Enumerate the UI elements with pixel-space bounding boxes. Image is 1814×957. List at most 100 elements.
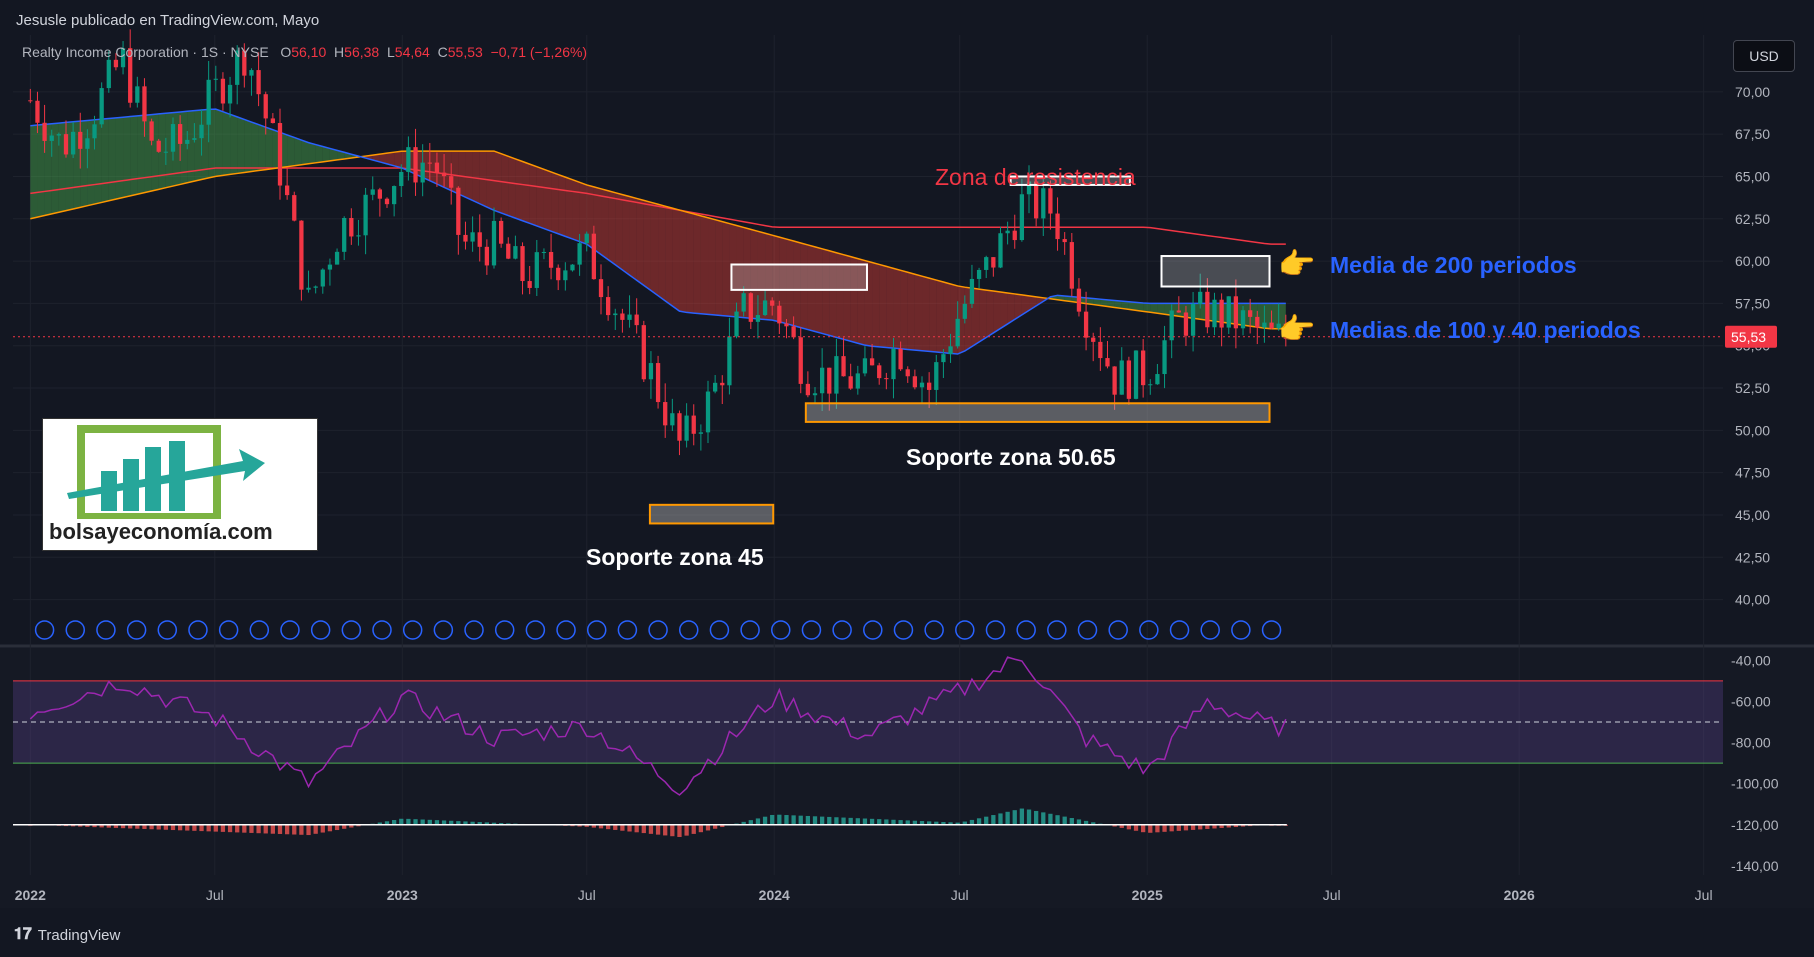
macd-hist-bar (777, 814, 782, 825)
ma200-label: Media de 200 periodos (1330, 252, 1577, 278)
y-tick-label: 67,50 (1735, 126, 1770, 142)
candle-body (270, 118, 276, 124)
candle-body (698, 432, 704, 434)
ma-ribbon-segment (108, 117, 116, 201)
candle-body (677, 413, 682, 441)
ma-ribbon-segment (287, 134, 295, 167)
candle-body (620, 313, 625, 320)
macd-hist-bar (698, 824, 704, 833)
macd-hist-bar (263, 824, 268, 834)
candle-body (1148, 384, 1153, 386)
chart-stage: 2022 Jul 2023 Jul 2024 Jul 2025 Jul 2026 Jul 40,00… (0, 0, 1814, 957)
candle-body (777, 305, 782, 324)
candle-body (627, 314, 632, 320)
candle-body (720, 382, 725, 386)
macd-hist-bar (192, 824, 197, 831)
candle-body (292, 195, 297, 221)
ma-ribbon-segment (301, 140, 309, 165)
macd-hist-bar (627, 824, 632, 832)
candle-body (498, 220, 504, 244)
macd-hist-bar (270, 824, 276, 834)
candle-body (812, 393, 818, 396)
macd-hist-bar (613, 824, 618, 830)
candle-body (1048, 188, 1053, 214)
macd-hist-bar (306, 824, 311, 836)
candle-body (1083, 311, 1089, 338)
candle-body (256, 70, 261, 95)
ma-ribbon-segment (700, 215, 709, 315)
macd-hist-bar (648, 824, 654, 834)
macd-hist-bar (834, 817, 839, 825)
macd-hist-bar (848, 817, 853, 825)
candle-body (1240, 310, 1246, 329)
high-label: H (334, 44, 345, 60)
bottom-bar (0, 910, 1814, 957)
candle-body (1133, 350, 1139, 399)
logo-text: bolsayeconomía.com (49, 519, 273, 544)
candle-body (106, 59, 111, 89)
ma-ribbon-segment (294, 137, 302, 166)
ma-ribbon-segment (601, 188, 609, 260)
ma-ribbon-segment (643, 200, 651, 291)
macd-hist-bar (862, 818, 868, 825)
candle-body (605, 297, 611, 316)
ma200-pointer-icon: 👉 (1278, 248, 1316, 281)
candle-body (748, 293, 753, 322)
candle-body (320, 269, 325, 287)
candle-body (92, 124, 97, 139)
macd-hist-bar (812, 816, 818, 825)
macd-hist-bar (670, 824, 675, 837)
candle-body (1248, 310, 1253, 317)
macd-hist-bar (827, 816, 832, 825)
macd-hist-bar (163, 824, 169, 830)
candle-body (299, 220, 304, 290)
candle-body (1119, 360, 1124, 395)
candle-body (327, 264, 333, 270)
y-tick-label: 42,50 (1735, 549, 1770, 565)
ma-ribbon-segment (936, 280, 944, 353)
osc-y-tick-label: -120,00 (1731, 817, 1779, 833)
x-tick-label: 2025 (1132, 887, 1163, 903)
candle-body (912, 376, 918, 388)
candle-body (984, 257, 989, 270)
macd-hist-bar (327, 824, 333, 832)
candle-body (1055, 213, 1060, 240)
candle-body (591, 233, 597, 280)
macd-hist-bar (705, 824, 711, 831)
macd-hist-bar (1048, 813, 1053, 825)
y-tick-label: 57,50 (1735, 295, 1770, 311)
candle-body (755, 315, 761, 322)
macd-hist-bar (313, 824, 318, 834)
currency-button[interactable]: USD (1733, 40, 1795, 72)
candle-body (1112, 366, 1117, 395)
candle-body (655, 363, 661, 403)
macd-hist-bar (1034, 810, 1039, 825)
ma-ribbon-segment (907, 272, 915, 351)
ma-ribbon-segment (508, 156, 516, 219)
ma-ribbon-segment (900, 270, 908, 350)
symbol-name[interactable]: Realty Income Corporation · 1S · NYSE (22, 44, 269, 60)
candle-body (349, 217, 354, 237)
macd-hist-bar (784, 815, 789, 825)
macd-hist-bar (235, 824, 240, 833)
candle-body (170, 124, 176, 152)
candle-body (691, 415, 696, 434)
candle-body (1262, 322, 1267, 328)
candle-body (1041, 188, 1046, 219)
ma-ribbon-segment (1000, 292, 1008, 329)
candle-body (820, 367, 825, 394)
x-tick-label: Jul (1323, 887, 1341, 903)
candle-body (313, 286, 318, 288)
tradingview-footer[interactable]: 𝟏𝟕 TradingView (14, 926, 120, 944)
ma-ribbon-segment (986, 290, 994, 338)
candle-body (1062, 239, 1067, 243)
candle-body (477, 232, 482, 247)
ma-ribbon-segment (115, 117, 124, 200)
candle-body (927, 382, 932, 390)
macd-hist-bar (791, 815, 796, 825)
candle-body (869, 358, 875, 366)
x-tick-label: 2024 (759, 887, 790, 903)
candle-body (534, 252, 539, 288)
y-tick-label: 50,00 (1735, 422, 1770, 438)
ma-ribbon-segment (665, 206, 673, 306)
